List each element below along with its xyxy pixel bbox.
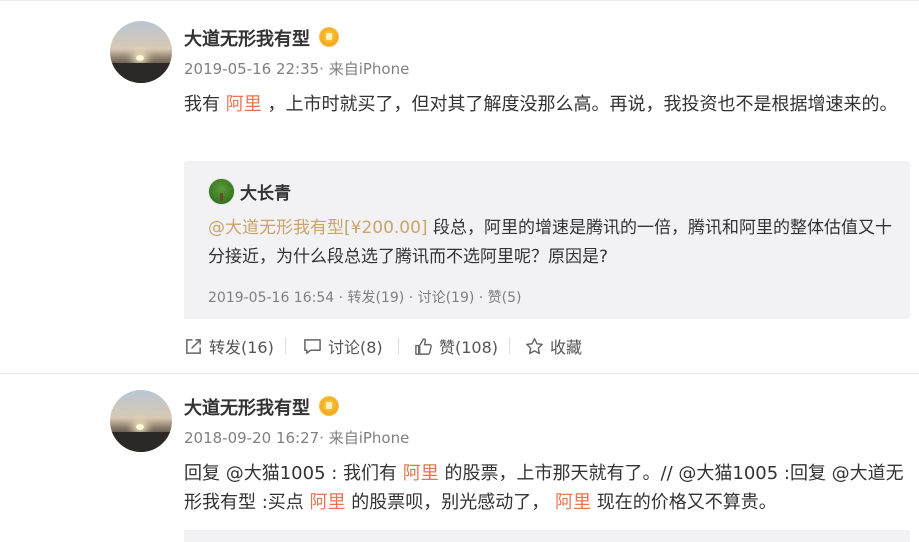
stock-link[interactable]: 阿里	[226, 94, 262, 115]
author-name[interactable]: 大道无形我有型	[184, 25, 310, 51]
stock-link[interactable]: 阿里	[555, 492, 591, 513]
repost-mention[interactable]: @大道无形我有型[¥200.00]	[208, 218, 428, 238]
content-text: 的股票呗，别光感动了，	[351, 492, 550, 513]
content-text: 回复 @大猫1005 : 我们有	[184, 463, 398, 484]
post-item: 大道无形我有型 2018-09-20 16:27· 来自iPhone 回复 @大…	[0, 374, 919, 542]
repost-meta: 2019-05-16 16:54 · 转发(19) · 讨论(19) · 赞(5…	[208, 290, 522, 306]
divider	[398, 338, 399, 354]
vip-badge-icon	[320, 397, 338, 415]
avatar-ground	[110, 63, 172, 83]
repost-button[interactable]: 转发(16)	[184, 334, 274, 358]
action-bar: 转发(16) 讨论(8) 赞(108) 收藏	[184, 334, 624, 358]
post-meta: 2019-05-16 22:35· 来自iPhone	[184, 60, 410, 78]
comment-label: 讨论(8)	[328, 338, 383, 357]
favorite-button[interactable]: 收藏	[525, 334, 582, 358]
comment-button[interactable]: 讨论(8)	[303, 334, 383, 358]
tree-avatar-icon[interactable]	[208, 178, 235, 205]
post-item: 大道无形我有型 2019-05-16 22:35· 来自iPhone 我有 阿里…	[0, 0, 919, 374]
repost-icon	[186, 338, 201, 354]
author-name[interactable]: 大道无形我有型	[184, 394, 310, 420]
star-icon	[525, 337, 544, 354]
avatar[interactable]	[110, 21, 172, 83]
avatar[interactable]	[110, 390, 172, 452]
like-label: 赞(108)	[439, 338, 499, 357]
repost-label: 转发(16)	[209, 338, 274, 357]
favorite-label: 收藏	[550, 338, 583, 357]
avatar-sun	[136, 55, 144, 61]
repost-box[interactable]: 大长青 @大道无形我有型[¥200.00] 段总，阿里的增速是腾讯的一倍，腾讯和…	[184, 161, 910, 319]
content-text: 现在的价格又不算贵。	[596, 492, 777, 513]
post-content: 我有 阿里 ，上市时就买了，但对其了解度没那么高。再说，我投资也不是根据增速来的…	[184, 90, 904, 119]
divider	[509, 338, 510, 354]
stock-link[interactable]: 阿里	[403, 463, 439, 484]
avatar-sun	[136, 424, 144, 430]
avatar-ground	[110, 432, 172, 452]
vip-badge-icon	[320, 28, 338, 46]
post-content: 回复 @大猫1005 : 我们有 阿里 的股票，上市那天就有了。// @大猫10…	[184, 459, 904, 517]
divider	[285, 338, 286, 354]
content-text: ，上市时就买了，但对其了解度没那么高。再说，我投资也不是根据增速来的。	[267, 94, 898, 115]
repost-content: @大道无形我有型[¥200.00] 段总，阿里的增速是腾讯的一倍，腾讯和阿里的整…	[208, 214, 898, 272]
repost-box[interactable]	[184, 530, 910, 542]
comment-icon	[304, 338, 321, 354]
repost-author[interactable]: 大长青	[240, 179, 291, 204]
like-icon	[415, 337, 432, 355]
content-text: 我有	[184, 94, 220, 115]
post-meta: 2018-09-20 16:27· 来自iPhone	[184, 429, 410, 447]
stock-link[interactable]: 阿里	[310, 492, 346, 513]
like-button[interactable]: 赞(108)	[414, 334, 498, 358]
